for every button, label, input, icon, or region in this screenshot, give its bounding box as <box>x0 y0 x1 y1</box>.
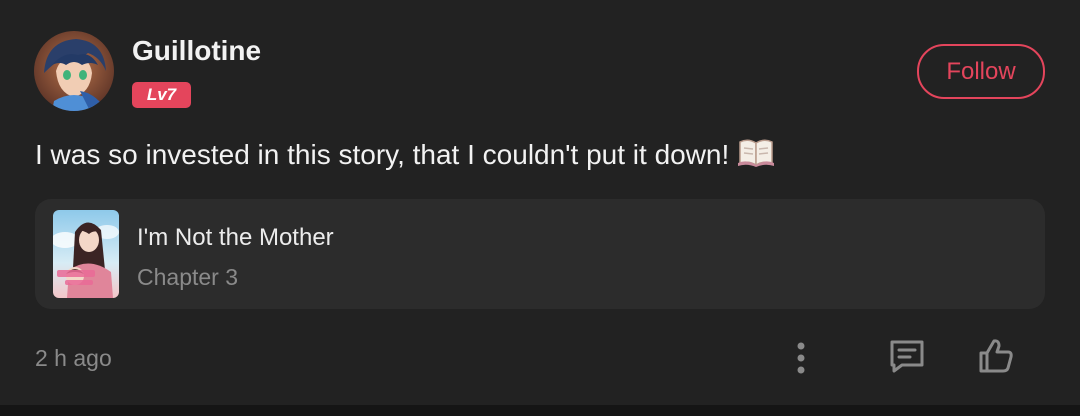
comment-icon <box>890 340 924 373</box>
story-card[interactable]: I'm Not the Mother Chapter 3 <box>35 199 1045 309</box>
timestamp: 2 h ago <box>35 345 112 371</box>
level-badge: Lv7 <box>132 82 191 108</box>
comment-text: I was so invested in this story, that I … <box>35 137 775 176</box>
comment-body: I was so invested in this story, that I … <box>35 139 730 170</box>
more-vertical-icon <box>797 342 805 374</box>
comment-card: Guillotine Lv7 Follow I was so invested … <box>0 0 1080 405</box>
open-book-icon <box>737 137 775 176</box>
more-options-button[interactable] <box>786 336 816 380</box>
user-avatar[interactable] <box>34 31 114 111</box>
like-button[interactable] <box>972 334 1020 378</box>
story-chapter: Chapter 3 <box>137 264 239 290</box>
cover-image <box>53 210 119 298</box>
avatar-image <box>34 31 114 111</box>
story-title: I'm Not the Mother <box>137 224 334 251</box>
thumbs-up-icon <box>979 339 1013 373</box>
reply-button[interactable] <box>883 334 931 378</box>
follow-button[interactable]: Follow <box>917 44 1045 99</box>
story-cover <box>53 210 119 298</box>
username[interactable]: Guillotine <box>132 35 261 67</box>
bottom-divider <box>0 405 1080 416</box>
